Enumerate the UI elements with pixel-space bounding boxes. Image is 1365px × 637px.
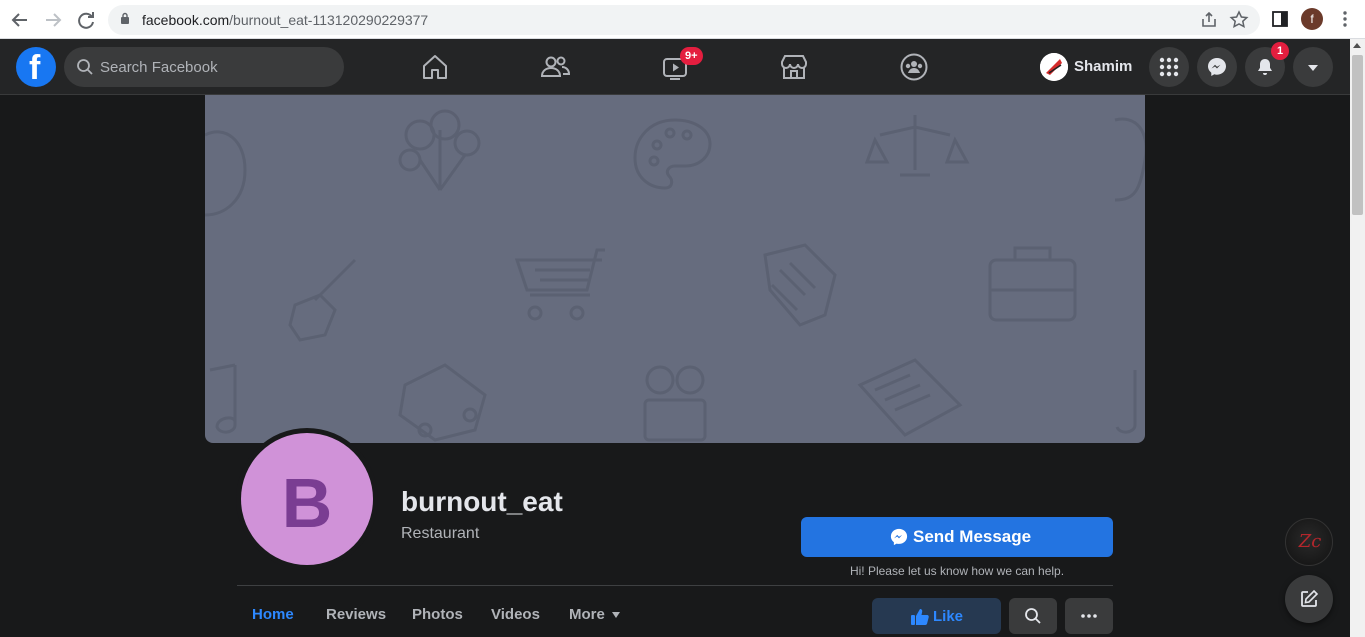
send-message-label: Send Message	[913, 527, 1032, 546]
watch-badge: 9+	[680, 47, 703, 65]
grid-menu-icon	[1159, 57, 1179, 77]
tab-reviews[interactable]: Reviews	[326, 606, 386, 623]
send-message-help-text: Hi! Please let us know how we can help.	[849, 564, 1065, 578]
browser-toolbar: facebook.com/burnout_eat-113120290229377…	[0, 0, 1365, 39]
reload-icon[interactable]	[74, 8, 98, 32]
new-message-button[interactable]	[1285, 575, 1333, 623]
scroll-up-arrow-icon[interactable]	[1353, 43, 1361, 48]
messenger-icon	[1208, 58, 1226, 76]
page-scrollbar[interactable]	[1350, 39, 1365, 637]
tab-videos[interactable]: Videos	[491, 606, 540, 623]
scroll-thumb[interactable]	[1352, 55, 1363, 215]
tab-more-label: More	[569, 606, 605, 623]
page-title[interactable]: burnout_eat	[401, 486, 563, 518]
search-input[interactable]	[100, 47, 330, 87]
ellipsis-icon	[1081, 614, 1097, 618]
kebab-menu-icon[interactable]	[1334, 8, 1356, 30]
profile-picture-letter: B	[281, 464, 333, 542]
film-camera-icon	[643, 365, 707, 442]
search-box[interactable]	[64, 47, 344, 87]
user-name: Shamim	[1074, 58, 1133, 75]
more-options-button[interactable]	[1065, 598, 1113, 634]
like-label: Like	[933, 608, 964, 625]
car-icon	[398, 363, 487, 442]
marketplace-icon[interactable]	[778, 51, 810, 83]
floating-extension-badge[interactable]: Zc	[1285, 518, 1333, 566]
messenger-icon	[890, 528, 908, 546]
like-button[interactable]: Like	[872, 598, 1001, 634]
paintbrush-icon	[288, 258, 357, 342]
search-page-button[interactable]	[1009, 598, 1057, 634]
browser-profile-avatar[interactable]: f	[1301, 8, 1323, 30]
music-note-icon	[209, 363, 237, 434]
search-icon	[77, 59, 93, 75]
extension-badge-text: Zc	[1298, 531, 1322, 552]
facebook-logo-icon[interactable]: f	[16, 47, 56, 87]
shopping-cart-icon	[514, 248, 605, 321]
caret-down-icon	[611, 612, 620, 619]
book-icon	[857, 358, 963, 437]
account-menu-button[interactable]	[1293, 47, 1333, 87]
tab-photos[interactable]: Photos	[412, 606, 463, 623]
bell-icon	[1258, 59, 1272, 75]
menu-button[interactable]	[1149, 47, 1189, 87]
facebook-header: f 9+ Shamim 1	[0, 39, 1350, 95]
search-icon	[1025, 608, 1041, 624]
cover-photo[interactable]	[205, 95, 1145, 443]
side-panel-icon[interactable]	[1269, 8, 1291, 30]
tree-icon	[398, 109, 481, 191]
thumbs-up-icon	[911, 609, 929, 625]
notifications-badge: 1	[1271, 42, 1289, 60]
star-icon[interactable]	[1228, 9, 1250, 31]
page-profile-picture[interactable]: B	[241, 433, 373, 565]
lock-icon	[121, 12, 129, 24]
send-message-button[interactable]: Send Message	[801, 517, 1113, 557]
url-text: facebook.com/burnout_eat-113120290229377	[142, 12, 429, 28]
cover-pattern	[205, 109, 1145, 442]
scales-icon	[864, 115, 970, 177]
address-bar[interactable]: facebook.com/burnout_eat-113120290229377	[108, 5, 1260, 35]
column-icon	[763, 243, 837, 327]
toolbox-icon	[988, 246, 1077, 322]
tab-home[interactable]: Home	[252, 606, 294, 623]
user-avatar	[1040, 53, 1068, 81]
back-arrow-icon[interactable]	[8, 8, 32, 32]
caret-down-icon	[1308, 65, 1318, 71]
compose-icon	[1301, 589, 1319, 607]
tab-more[interactable]: More	[569, 606, 620, 623]
apple-icon	[205, 130, 247, 217]
share-icon[interactable]	[1198, 9, 1220, 31]
page-category[interactable]: Restaurant	[401, 525, 479, 543]
forward-arrow-icon[interactable]	[41, 8, 65, 32]
groups-icon[interactable]	[898, 51, 930, 83]
home-icon[interactable]	[419, 51, 451, 83]
section-divider	[237, 585, 1113, 586]
friends-icon[interactable]	[539, 51, 571, 83]
messenger-button[interactable]	[1197, 47, 1237, 87]
